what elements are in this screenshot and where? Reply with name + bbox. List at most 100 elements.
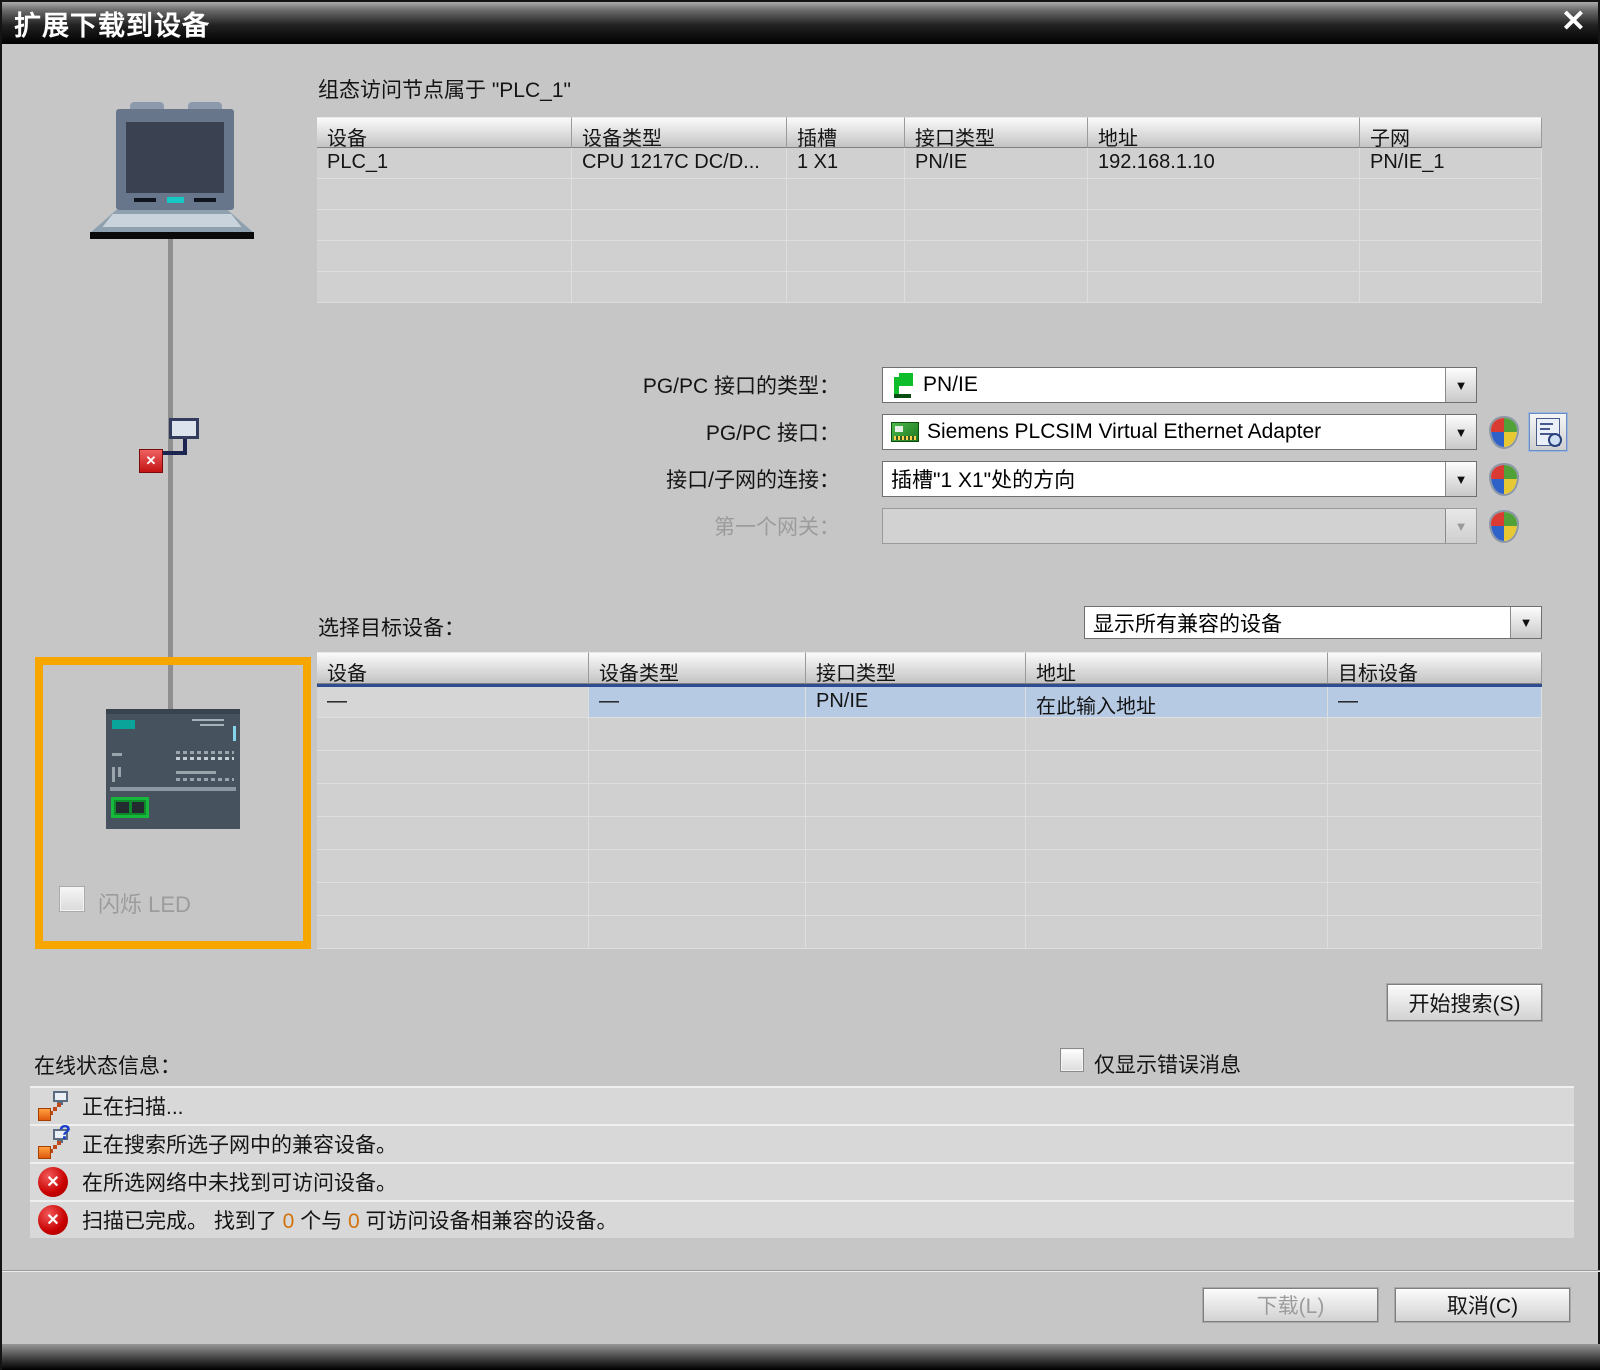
- status-message-row: 正在扫描...: [30, 1086, 1574, 1124]
- ethernet-ports-icon: [111, 797, 149, 818]
- col-header-address[interactable]: 地址: [1026, 652, 1328, 684]
- connection-error-icon: ✕: [139, 449, 163, 473]
- status-message-row: ? 正在搜索所选子网中的兼容设备。: [30, 1122, 1574, 1162]
- chevron-down-icon[interactable]: ▼: [1445, 368, 1476, 402]
- col-header-interface-type[interactable]: 接口类型: [905, 117, 1088, 148]
- network-adapter-icon: [169, 418, 199, 439]
- status-message: 扫描已完成。 找到了 0 个与 0 可访问设备相兼容的设备。: [82, 1210, 618, 1233]
- pgpc-type-row: PG/PC 接口的类型： PN/IE ▼: [582, 367, 1477, 403]
- config-table-caption: 组态访问节点属于 "PLC_1": [318, 79, 571, 102]
- col-header-subnet[interactable]: 子网: [1360, 117, 1542, 148]
- pgpc-interface-label: PG/PC 接口：: [705, 422, 840, 445]
- table-row-empty: [317, 883, 1542, 916]
- found-count: 0: [282, 1210, 295, 1233]
- network-card-icon: [891, 422, 919, 442]
- properties-shield-icon[interactable]: [1489, 462, 1519, 496]
- laptop-keys: [102, 214, 242, 227]
- title-bar: 扩展下载到设备 ✕: [2, 2, 1598, 44]
- online-status-label: 在线状态信息：: [34, 1055, 181, 1078]
- config-table-header-row: 设备 设备类型 插槽 接口类型 地址 子网: [317, 117, 1542, 148]
- status-message-row: ✕ 在所选网络中未找到可访问设备。: [30, 1162, 1574, 1200]
- table-row-empty: [317, 751, 1542, 784]
- chevron-down-icon[interactable]: ▼: [1445, 415, 1476, 449]
- col-header-interface-type[interactable]: 接口类型: [806, 652, 1026, 684]
- chevron-down-icon[interactable]: ▼: [1445, 462, 1476, 496]
- network-connection-line: [168, 239, 173, 709]
- plc-device-graphic: [106, 709, 240, 829]
- pg-laptop-graphic: [90, 102, 254, 240]
- table-row[interactable]: PLC_1 CPU 1217C DC/D... 1 X1 PN/IE 192.1…: [317, 148, 1542, 179]
- subnet-connection-value: 插槽"1 X1"处的方向: [891, 469, 1076, 492]
- cell-device: PLC_1: [317, 148, 572, 179]
- pgpc-interface-row: PG/PC 接口： Siemens PLCSIM Virtual Etherne…: [582, 413, 1567, 451]
- download-button: 下载(L): [1203, 1288, 1378, 1322]
- pgpc-interface-combobox[interactable]: Siemens PLCSIM Virtual Ethernet Adapter …: [882, 414, 1477, 450]
- properties-shield-icon[interactable]: [1489, 509, 1519, 543]
- error-only-checkbox[interactable]: [1060, 1048, 1084, 1072]
- footer-separator: [2, 1270, 1600, 1272]
- col-header-slot[interactable]: 插槽: [787, 117, 905, 148]
- status-message-row: ✕ 扫描已完成。 找到了 0 个与 0 可访问设备相兼容的设备。: [30, 1200, 1574, 1238]
- laptop-led: [167, 197, 184, 203]
- subnet-connection-combobox[interactable]: 插槽"1 X1"处的方向 ▼: [882, 461, 1477, 497]
- searching-icon: ?: [37, 1122, 71, 1160]
- target-table-header-row: 设备 设备类型 接口类型 地址 目标设备: [317, 652, 1542, 684]
- table-row-empty: [317, 718, 1542, 751]
- properties-shield-icon[interactable]: [1489, 415, 1519, 449]
- cell-slot: 1 X1: [787, 148, 905, 179]
- device-filter-combobox[interactable]: 显示所有兼容的设备 ▼: [1084, 606, 1542, 639]
- pgpc-interface-value: Siemens PLCSIM Virtual Ethernet Adapter: [927, 420, 1322, 443]
- cell-device-type: CPU 1217C DC/D...: [572, 148, 787, 179]
- device-filter-value: 显示所有兼容的设备: [1093, 612, 1282, 636]
- scanning-icon: [37, 1090, 69, 1122]
- chevron-down-icon: ▼: [1445, 509, 1476, 543]
- cell-interface-type: PN/IE: [806, 687, 1026, 718]
- window-bottom-bar: [2, 1344, 1600, 1370]
- col-header-device-type[interactable]: 设备类型: [589, 652, 806, 684]
- table-row-empty: [317, 272, 1542, 303]
- laptop-display: [126, 122, 224, 193]
- status-message: 在所选网络中未找到可访问设备。: [82, 1172, 397, 1195]
- status-message: 正在搜索所选子网中的兼容设备。: [82, 1134, 397, 1157]
- start-search-button[interactable]: 开始搜索(S): [1387, 984, 1542, 1021]
- cell-device-type: —: [589, 687, 806, 718]
- chevron-down-icon[interactable]: ▼: [1510, 607, 1541, 638]
- col-header-device-type[interactable]: 设备类型: [572, 117, 787, 148]
- question-mark-icon: ?: [58, 1122, 71, 1144]
- error-only-label: 仅显示错误消息: [1094, 1054, 1241, 1077]
- table-row-empty: [317, 210, 1542, 241]
- dialog-title: 扩展下载到设备: [14, 10, 210, 41]
- target-devices-table: 设备 设备类型 接口类型 地址 目标设备 — — PN/IE 在此输入地址 —: [317, 652, 1542, 949]
- cancel-button[interactable]: 取消(C): [1395, 1288, 1570, 1322]
- cell-address-input[interactable]: 在此输入地址: [1026, 687, 1328, 718]
- cell-subnet: PN/IE_1: [1360, 148, 1542, 179]
- first-gateway-combobox: ▼: [882, 508, 1477, 544]
- cell-device: —: [317, 687, 589, 718]
- error-icon: ✕: [38, 1205, 68, 1235]
- siemens-logo: [112, 720, 135, 729]
- table-row-empty: [317, 179, 1542, 210]
- col-header-address[interactable]: 地址: [1088, 117, 1360, 148]
- col-header-target-device[interactable]: 目标设备: [1328, 652, 1542, 684]
- cell-interface-type: PN/IE: [905, 148, 1088, 179]
- col-header-device[interactable]: 设备: [317, 117, 572, 148]
- col-header-device[interactable]: 设备: [317, 652, 589, 684]
- config-access-nodes-table: 设备 设备类型 插槽 接口类型 地址 子网 PLC_1 CPU 1217C DC…: [317, 117, 1542, 303]
- extended-download-dialog: 扩展下载到设备 ✕ ✕ 组态访问节点属于 "PLC_1" 设备 设备类型 插槽 …: [0, 0, 1600, 1370]
- subnet-connection-label: 接口/子网的连接：: [666, 469, 840, 492]
- accessible-count: 0: [348, 1210, 360, 1233]
- cell-address: 192.168.1.10: [1088, 148, 1360, 179]
- close-icon[interactable]: ✕: [1561, 4, 1586, 39]
- subnet-connection-row: 接口/子网的连接： 插槽"1 X1"处的方向 ▼: [582, 461, 1519, 497]
- show-accessible-devices-button[interactable]: [1529, 413, 1567, 451]
- cell-target-device: —: [1328, 687, 1542, 718]
- magnifier-icon: [1548, 433, 1562, 447]
- select-target-label: 选择目标设备：: [318, 617, 465, 640]
- target-device-row-selected[interactable]: — — PN/IE 在此输入地址 —: [317, 684, 1542, 718]
- table-row-empty: [317, 241, 1542, 272]
- pgpc-type-combobox[interactable]: PN/IE ▼: [882, 367, 1477, 403]
- error-icon: ✕: [38, 1167, 68, 1197]
- table-row-empty: [317, 784, 1542, 817]
- pnie-plug-icon: [891, 371, 915, 399]
- laptop-base: [90, 232, 254, 239]
